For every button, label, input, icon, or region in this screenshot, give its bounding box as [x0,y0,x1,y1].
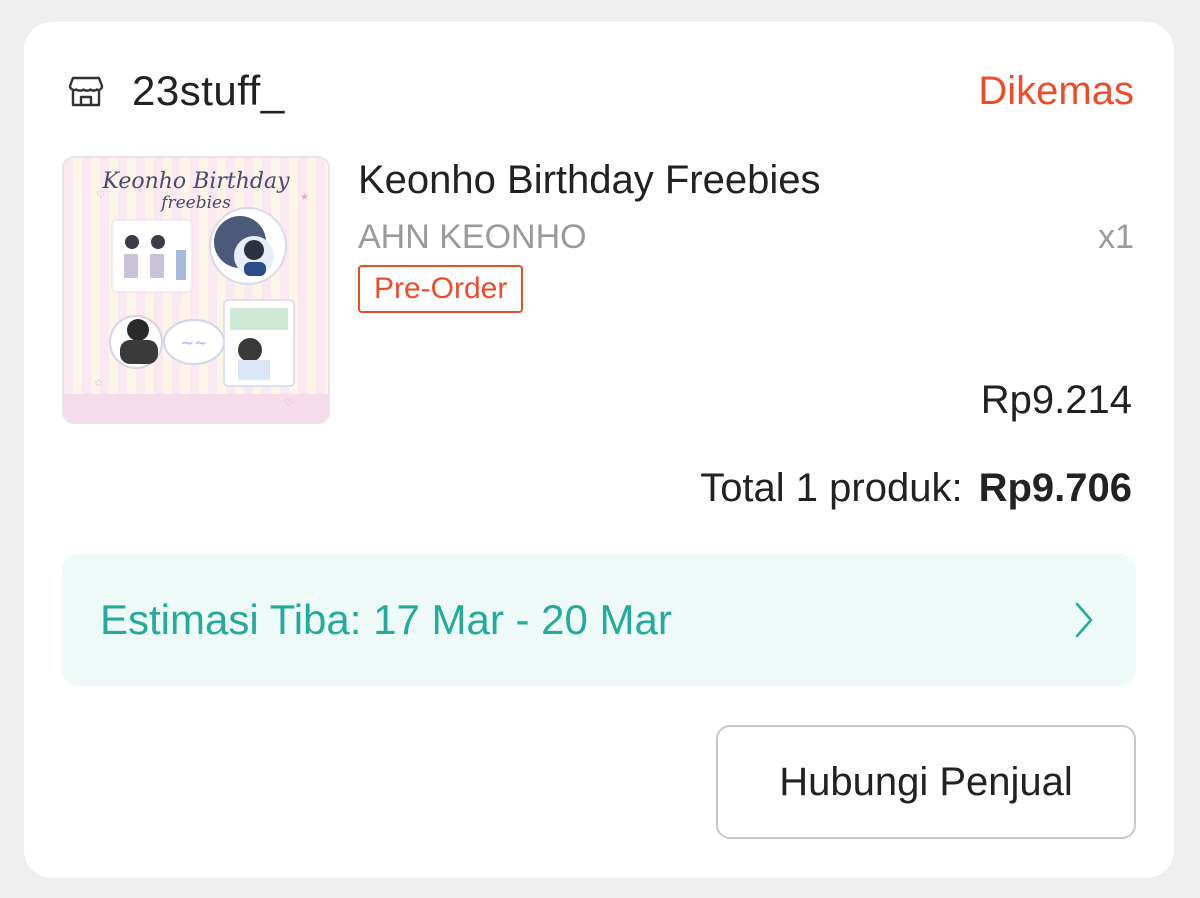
product-title[interactable]: Keonho Birthday Freebies [358,158,821,203]
thumbnail-title-line1: Keonho Birthday [101,169,290,194]
store-icon [68,76,104,107]
chevron-right-icon [1075,602,1093,638]
total-label: Total 1 produk: [700,466,963,510]
svg-text:♡: ♡ [96,190,105,201]
shop-header: 23stuff_ Dikemas [68,66,1134,116]
product-image: Keonho Birthday freebies ~~ ♡ ★ ☆ ♡ [64,158,328,422]
order-status: Dikemas [978,68,1134,113]
shop-name[interactable]: 23stuff_ [132,67,285,115]
svg-text:★: ★ [300,192,309,203]
product-quantity: x1 [1098,218,1134,256]
product-variant: AHN KEONHO [358,218,587,256]
contact-seller-button[interactable]: Hubungi Penjual [716,725,1136,839]
order-card: 23stuff_ Dikemas Keonho Birthday freebie… [24,22,1174,878]
total-amount: Rp9.706 [978,466,1132,510]
product-price: Rp9.214 [980,378,1132,422]
shop-info[interactable]: 23stuff_ [68,67,285,115]
svg-text:~~: ~~ [181,333,208,352]
delivery-estimate-row[interactable]: Estimasi Tiba: 17 Mar - 20 Mar [62,554,1136,686]
product-thumbnail[interactable]: Keonho Birthday freebies ~~ ♡ ★ ☆ ♡ [62,156,330,424]
pre-order-badge: Pre-Order [358,265,524,313]
svg-text:♡: ♡ [284,398,293,409]
delivery-estimate: Estimasi Tiba: 17 Mar - 20 Mar [100,596,672,643]
svg-text:☆: ☆ [94,378,103,389]
order-total: Total 1 produk: Rp9.706 [700,466,1132,511]
thumbnail-title-line2: freebies [159,193,231,213]
